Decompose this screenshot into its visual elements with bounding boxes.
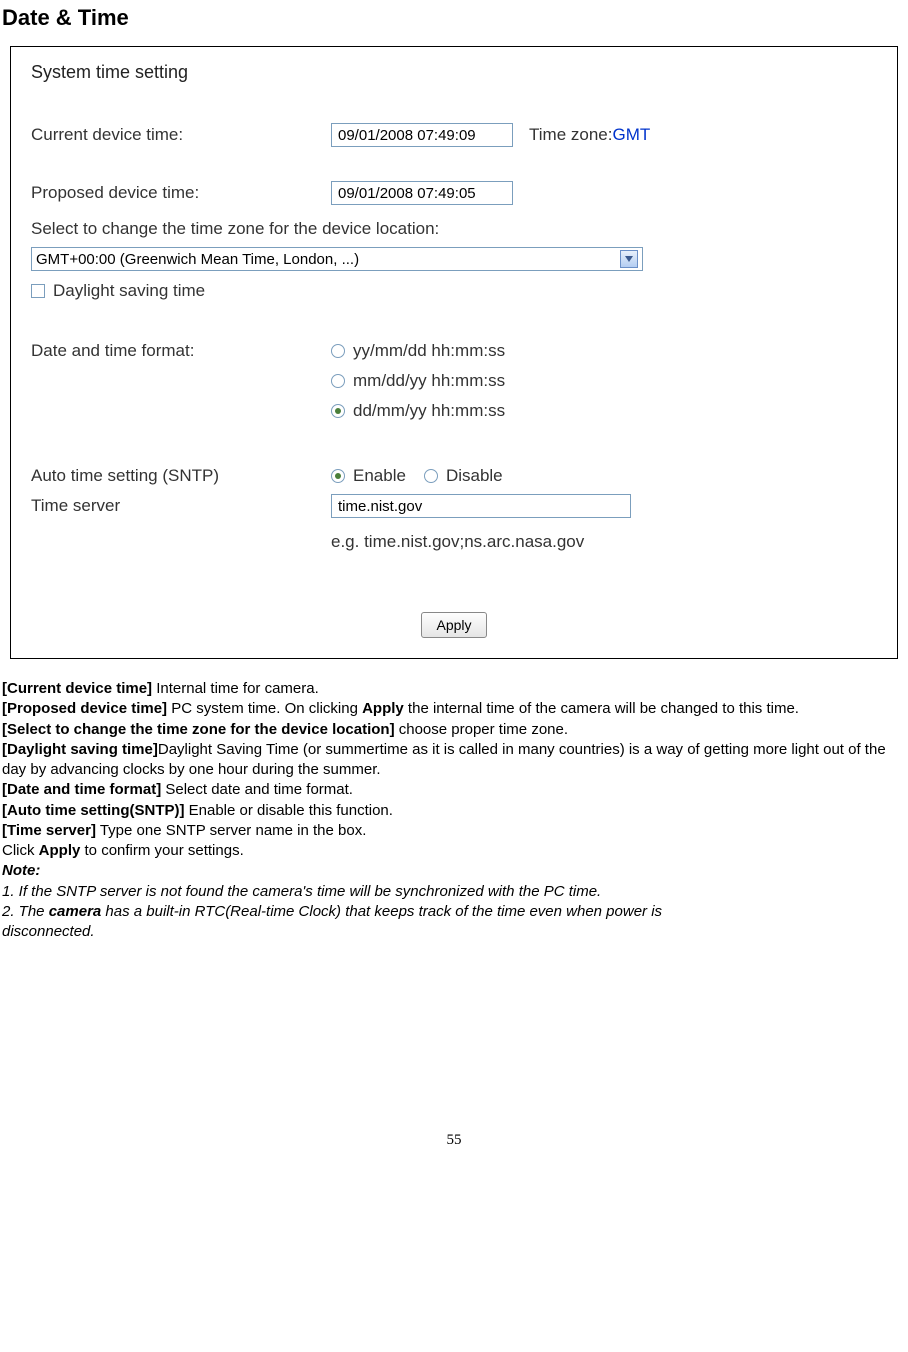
doc-sntp-desc: Enable or disable this function.	[184, 802, 392, 819]
doc-apply-word2: Apply	[39, 842, 81, 859]
proposed-time-label: Proposed device time:	[31, 183, 331, 203]
doc-click-text: Click	[2, 842, 39, 859]
time-server-label: Time server	[31, 496, 331, 516]
page-title: Date & Time	[2, 5, 908, 31]
doc-current-desc: Internal time for camera.	[152, 680, 319, 697]
note-2d: disconnected.	[2, 922, 906, 942]
doc-selecttz-desc: choose proper time zone.	[395, 721, 568, 738]
doc-srv-desc: Type one SNTP server name in the box.	[96, 822, 366, 839]
doc-sntp-label: [Auto time setting(SNTP)]	[2, 802, 184, 819]
note-2a: 2. The	[2, 903, 49, 920]
dst-label: Daylight saving time	[53, 281, 205, 301]
format-option-2: mm/dd/yy hh:mm:ss	[353, 371, 505, 391]
documentation-text: [Current device time] Internal time for …	[2, 679, 906, 942]
current-time-label: Current device time:	[31, 125, 331, 145]
doc-confirm-text: to confirm your settings.	[80, 842, 243, 859]
note-2b: camera	[49, 903, 102, 920]
doc-proposed-desc1: PC system time. On clicking	[167, 700, 362, 717]
timezone-label: Time zone:	[529, 125, 612, 145]
sntp-disable-label: Disable	[446, 466, 503, 486]
settings-screenshot: System time setting Current device time:…	[10, 46, 898, 659]
format-radio-ddmmyy[interactable]	[331, 404, 345, 418]
doc-current-label: [Current device time]	[2, 680, 152, 697]
sntp-enable-radio[interactable]	[331, 469, 345, 483]
format-option-3: dd/mm/yy hh:mm:ss	[353, 401, 505, 421]
page-number: 55	[0, 1132, 908, 1149]
note-heading: Note:	[2, 861, 906, 881]
timezone-select[interactable]: GMT+00:00 (Greenwich Mean Time, London, …	[31, 247, 643, 271]
format-option-1: yy/mm/dd hh:mm:ss	[353, 341, 505, 361]
proposed-time-input[interactable]	[331, 181, 513, 205]
doc-format-label: [Date and time format]	[2, 781, 161, 798]
doc-apply-word1: Apply	[362, 700, 404, 717]
system-time-heading: System time setting	[31, 62, 877, 83]
sntp-disable-radio[interactable]	[424, 469, 438, 483]
sntp-enable-label: Enable	[353, 466, 406, 486]
format-radio-yymmdd[interactable]	[331, 344, 345, 358]
doc-dst-label: [Daylight saving time]	[2, 741, 158, 758]
dst-checkbox[interactable]	[31, 284, 45, 298]
apply-button[interactable]: Apply	[421, 612, 486, 638]
current-time-input[interactable]	[331, 123, 513, 147]
datetime-format-label: Date and time format:	[31, 341, 331, 361]
note-1: 1. If the SNTP server is not found the c…	[2, 882, 906, 902]
chevron-down-icon[interactable]	[620, 250, 638, 268]
doc-format-desc: Select date and time format.	[161, 781, 353, 798]
doc-selecttz-label: [Select to change the time zone for the …	[2, 721, 395, 738]
note-2c: has a built-in RTC(Real-time Clock) that…	[101, 903, 662, 920]
doc-proposed-desc2: the internal time of the camera will be …	[404, 700, 799, 717]
select-timezone-label: Select to change the time zone for the d…	[31, 219, 877, 239]
timezone-link[interactable]: GMT	[612, 125, 650, 145]
doc-srv-label: [Time server]	[2, 822, 96, 839]
time-server-input[interactable]	[331, 494, 631, 518]
timezone-selected-value: GMT+00:00 (Greenwich Mean Time, London, …	[36, 251, 359, 268]
format-radio-mmddyy[interactable]	[331, 374, 345, 388]
sntp-label: Auto time setting (SNTP)	[31, 466, 331, 486]
doc-proposed-label: [Proposed device time]	[2, 700, 167, 717]
time-server-example: e.g. time.nist.gov;ns.arc.nasa.gov	[331, 532, 877, 552]
